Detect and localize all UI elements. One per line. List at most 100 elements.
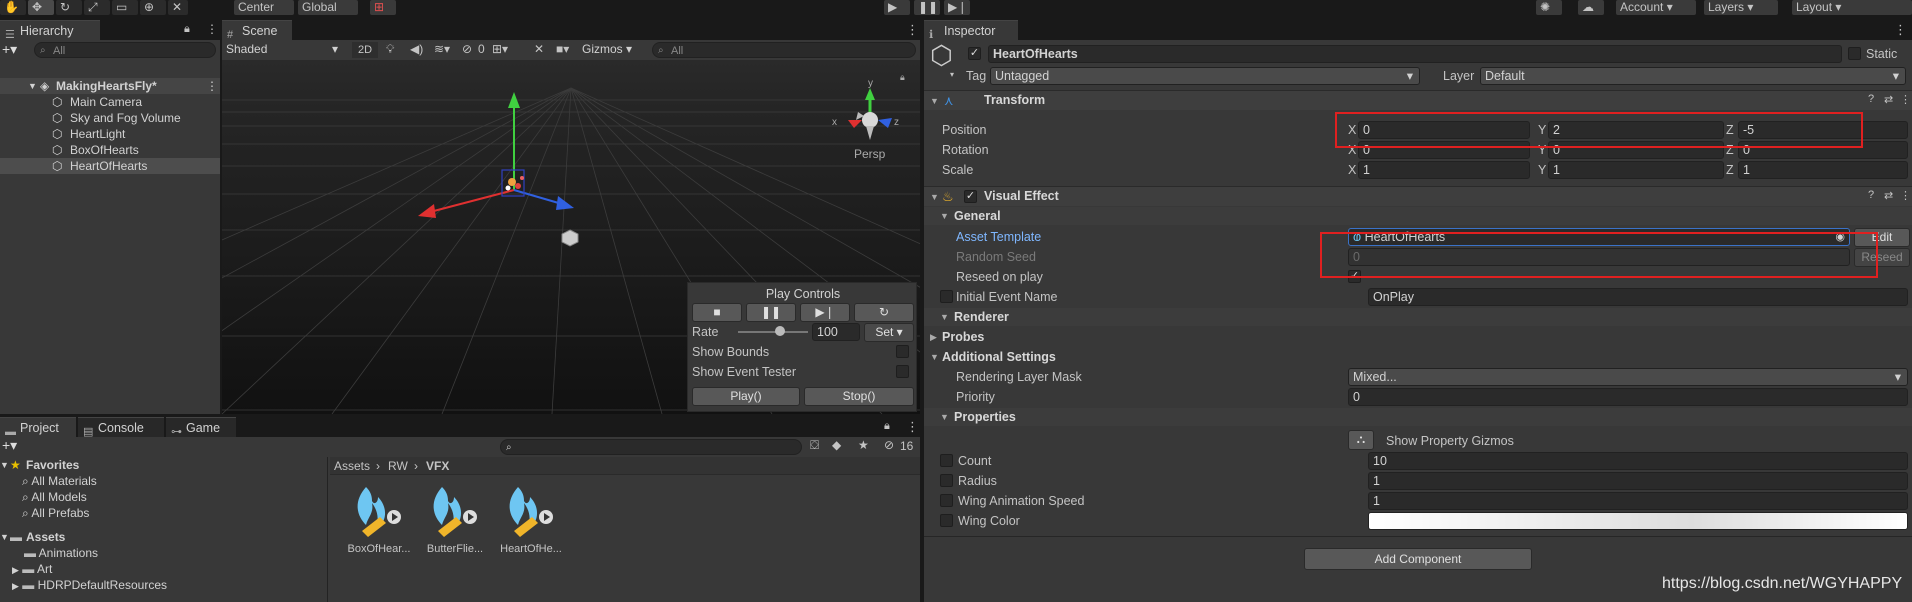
rate-slider-thumb[interactable] (775, 326, 785, 336)
scene-search-input[interactable]: ⌕ All (652, 42, 916, 58)
rate-input[interactable]: 100 (812, 323, 860, 341)
scale-tool-icon[interactable]: ⤢ (84, 0, 110, 15)
initial-event-input[interactable]: OnPlay (1368, 288, 1908, 306)
step-button[interactable]: ▶❘ (944, 0, 970, 15)
transform-header[interactable]: ▼ ⋏ Transform ? ⇄ ⋮ (924, 90, 1912, 110)
mode-2d-toggle[interactable]: 2D (352, 42, 378, 58)
tab-game[interactable]: ⊶ Game (166, 417, 236, 438)
tab-console[interactable]: ▤ Console (78, 417, 164, 438)
add-component-button[interactable]: Add Component (1304, 548, 1532, 570)
visual-effect-header[interactable]: ▼ ♨ ✓ Visual Effect ? ⇄ ⋮ (924, 186, 1912, 206)
tab-project[interactable]: ▬ Project (0, 417, 76, 438)
collab-icon[interactable]: ✺ (1536, 0, 1562, 15)
kebab-menu-icon[interactable]: ⋮ (206, 22, 218, 36)
pivot-center-toggle[interactable]: Center (234, 0, 294, 15)
move-tool-icon[interactable]: ✥ (28, 0, 54, 15)
property-override-checkbox[interactable] (940, 514, 953, 527)
pivot-global-toggle[interactable]: Global (298, 0, 358, 15)
hidden-packages-icon[interactable]: ⊘ (884, 438, 894, 452)
breadcrumb-item[interactable]: VFX (426, 459, 449, 473)
transform-tool-icon[interactable]: ⊕ (140, 0, 166, 15)
play-button[interactable]: ▶ (884, 0, 910, 15)
object-name-input[interactable]: HeartOfHearts (988, 45, 1842, 63)
probes-foldout[interactable]: ▶ Probes (924, 328, 1912, 346)
hierarchy-item[interactable]: ⬡ HeartLight (0, 126, 220, 142)
tab-scene[interactable]: # Scene (222, 20, 292, 41)
play-call-button[interactable]: Play() (692, 387, 800, 406)
show-bounds-checkbox[interactable] (896, 345, 909, 358)
asset-file[interactable]: HeartOfHe... (496, 481, 566, 561)
hand-tool-icon[interactable]: ✋ (0, 0, 26, 15)
priority-input[interactable]: 0 (1348, 388, 1908, 406)
lighting-icon[interactable]: 💡︎ (386, 42, 394, 57)
hidden-objects-icon[interactable]: ⊘ (462, 42, 472, 56)
pause-button[interactable]: ❚❚ (914, 0, 940, 15)
tag-dropdown[interactable]: Untagged ▾ (990, 67, 1420, 85)
visual-effect-enabled-checkbox[interactable]: ✓ (964, 190, 977, 203)
help-icon[interactable]: ? (1868, 189, 1874, 201)
asset-file[interactable]: ButterFlie... (420, 481, 490, 561)
general-foldout[interactable]: ▼ General (924, 207, 1912, 225)
breadcrumb-item[interactable]: RW (388, 459, 408, 473)
hierarchy-search-input[interactable]: ⌕ All (34, 42, 216, 58)
scale-x-input[interactable]: 1 (1358, 161, 1530, 179)
properties-foldout[interactable]: ▼ Properties (924, 408, 1912, 426)
tools-icon[interactable]: ✕ (534, 42, 544, 56)
add-icon[interactable]: +▾ (2, 41, 17, 58)
persp-label[interactable]: Persp (854, 147, 886, 161)
kebab-menu-icon[interactable]: ⋮ (906, 419, 919, 435)
initial-event-override-checkbox[interactable] (940, 290, 953, 303)
camera-icon[interactable]: ■▾ (556, 42, 569, 56)
kebab-menu-icon[interactable]: ⋮ (1894, 22, 1907, 38)
scene-menu-icon[interactable]: ⋮ (206, 78, 218, 94)
property-override-checkbox[interactable] (940, 494, 953, 507)
stop-square-button[interactable]: ■ (692, 303, 742, 322)
property-override-checkbox[interactable] (940, 454, 953, 467)
favorite-item[interactable]: ⌕ All Materials (22, 473, 97, 489)
rendering-layer-mask-dropdown[interactable]: Mixed... ▾ (1348, 368, 1908, 386)
property-input[interactable]: 1 (1368, 492, 1908, 510)
draw-mode-dropdown[interactable]: Shaded ▾ (226, 42, 344, 58)
favorite-item[interactable]: ⌕ All Models (22, 489, 87, 505)
filter-type-icon[interactable]: ⛋ (810, 438, 819, 453)
pause-icon-button[interactable]: ❚❚ (746, 303, 796, 322)
folder-item[interactable]: ▶ ▬ Art (12, 561, 52, 577)
stop-call-button[interactable]: Stop() (804, 387, 914, 406)
gizmo-toggle-button[interactable]: ⛬ (1348, 430, 1374, 450)
folder-item[interactable]: ▶ ▬ HDRPDefaultResources (12, 577, 167, 593)
scene-row[interactable]: ▼ ◈ MakingHeartsFly* ⋮ (0, 78, 220, 94)
tab-hierarchy[interactable]: ☰ Hierarchy (0, 20, 100, 41)
effects-icon[interactable]: ≋▾ (434, 42, 450, 56)
restart-icon-button[interactable]: ↻ (854, 303, 914, 322)
breadcrumb-item[interactable]: Assets (334, 459, 370, 473)
additional-settings-foldout[interactable]: ▼ Additional Settings (924, 348, 1912, 366)
kebab-menu-icon[interactable]: ⋮ (1900, 93, 1911, 106)
hierarchy-item[interactable]: ⬡ Sky and Fog Volume (0, 110, 220, 126)
lock-icon[interactable]: 🔒︎ (184, 23, 190, 36)
kebab-menu-icon[interactable]: ⋮ (1900, 189, 1911, 202)
hierarchy-item[interactable]: ⬡ Main Camera (0, 94, 220, 110)
layer-dropdown[interactable]: Default ▾ (1480, 67, 1906, 85)
layers-dropdown[interactable]: Layers ▾ (1704, 0, 1778, 15)
snap-icon[interactable]: ⊞ (370, 0, 396, 15)
layout-dropdown[interactable]: Layout ▾ (1792, 0, 1912, 15)
account-dropdown[interactable]: Account ▾ (1616, 0, 1696, 15)
property-override-checkbox[interactable] (940, 474, 953, 487)
kebab-menu-icon[interactable]: ⋮ (906, 22, 919, 38)
folder-item[interactable]: ▬ Animations (24, 545, 98, 561)
star-icon[interactable]: ★ (858, 438, 869, 452)
grid-snap-icon[interactable]: ⊞▾ (492, 42, 508, 56)
chevron-down-icon[interactable]: ▾ (950, 70, 954, 79)
lock-icon[interactable]: 🔒︎ (900, 72, 905, 82)
favorite-item[interactable]: ⌕ All Prefabs (22, 505, 89, 521)
add-icon[interactable]: +▾ (2, 437, 17, 454)
lock-icon[interactable]: 🔒︎ (884, 420, 890, 433)
rate-slider-track[interactable] (738, 331, 808, 333)
rect-tool-icon[interactable]: ▭ (112, 0, 138, 15)
wing-color-gradient-field[interactable] (1368, 512, 1908, 530)
hierarchy-item[interactable]: ⬡ BoxOfHearts (0, 142, 220, 158)
hierarchy-item-selected[interactable]: ⬡ HeartOfHearts (0, 158, 220, 174)
asset-file[interactable]: BoxOfHear... (344, 481, 414, 561)
scene-viewport[interactable]: y x z Persp 🔒︎ Play Controls ■ ❚❚ ▶❘ ↻ R… (222, 60, 920, 414)
property-input[interactable]: 10 (1368, 452, 1908, 470)
